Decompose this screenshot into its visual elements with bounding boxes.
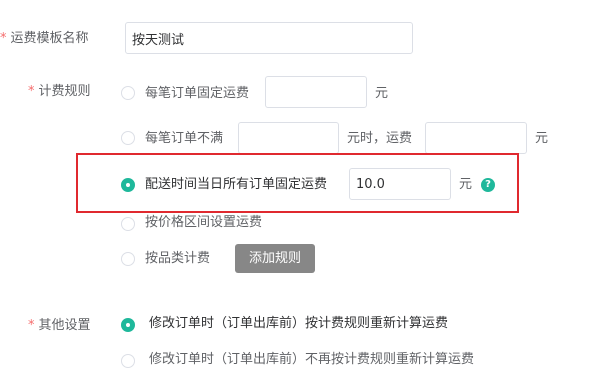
radio-price-range[interactable] <box>121 217 135 231</box>
threshold-amount-input[interactable] <box>238 122 339 154</box>
add-rule-button[interactable]: 添加规则 <box>235 244 315 273</box>
unit-yuan: 元 <box>459 177 473 192</box>
unit-yuan: 元 <box>535 131 549 146</box>
required-mark: * <box>28 84 35 99</box>
option-recalculate-label: 修改订单时（订单出库前）按计费规则重新计算运费 <box>149 316 449 331</box>
radio-fixed-per-order[interactable] <box>121 86 135 100</box>
option-by-category-label: 按品类计费 <box>145 251 211 266</box>
required-mark: * <box>28 318 35 333</box>
template-name-label: * 运费模板名称 <box>0 31 89 46</box>
radio-same-day-fixed[interactable] <box>121 178 135 192</box>
option-fixed-per-order-label: 每笔订单固定运费 <box>145 86 250 101</box>
option-price-range-label: 按价格区间设置运费 <box>145 215 263 230</box>
same-day-fee-input[interactable] <box>349 168 451 200</box>
option-no-recalculate-label: 修改订单时（订单出库前）不再按计费规则重新计算运费 <box>149 352 475 367</box>
fixed-per-order-input[interactable] <box>265 76 367 108</box>
radio-recalculate[interactable] <box>121 318 135 332</box>
help-icon[interactable]: ? <box>481 178 495 192</box>
option-same-day-fixed-label: 配送时间当日所有订单固定运费 <box>145 177 328 192</box>
template-name-input[interactable] <box>125 22 413 54</box>
threshold-mid-label: 元时，运费 <box>347 131 413 146</box>
option-below-threshold-label: 每笔订单不满 <box>145 131 224 146</box>
threshold-fee-input[interactable] <box>425 122 527 154</box>
radio-by-category[interactable] <box>121 252 135 266</box>
unit-yuan: 元 <box>375 86 389 101</box>
fee-rule-label: * 计费规则 <box>28 84 91 99</box>
other-settings-label: * 其他设置 <box>28 318 91 333</box>
radio-below-threshold[interactable] <box>121 131 135 145</box>
radio-no-recalculate[interactable] <box>121 354 135 368</box>
required-mark: * <box>0 31 7 46</box>
